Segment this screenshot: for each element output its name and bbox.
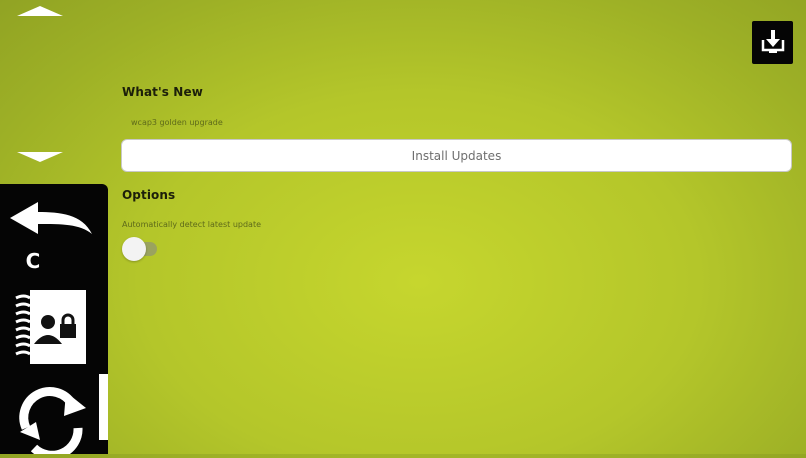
sidebar-scroll-area — [0, 0, 108, 186]
c-letter-icon[interactable]: C — [20, 248, 46, 274]
update-description: wcap3 golden upgrade — [131, 118, 223, 127]
auto-detect-label: Automatically detect latest update — [122, 220, 262, 229]
whats-new-heading: What's New — [122, 85, 203, 99]
scroll-down-icon[interactable] — [15, 148, 65, 166]
install-updates-button[interactable]: Install Updates — [121, 139, 792, 172]
download-to-device-icon — [760, 28, 786, 58]
download-button[interactable] — [752, 21, 793, 64]
contact-book-lock-icon[interactable] — [10, 288, 88, 368]
auto-detect-toggle[interactable] — [122, 236, 157, 261]
sidebar-scrollbar[interactable] — [99, 374, 108, 440]
c-letter-label: C — [25, 249, 41, 273]
toggle-thumb — [122, 237, 146, 261]
refresh-icon[interactable] — [6, 382, 102, 458]
options-heading: Options — [122, 188, 176, 202]
scroll-up-icon[interactable] — [15, 2, 65, 20]
back-arrow-icon[interactable] — [8, 200, 94, 238]
